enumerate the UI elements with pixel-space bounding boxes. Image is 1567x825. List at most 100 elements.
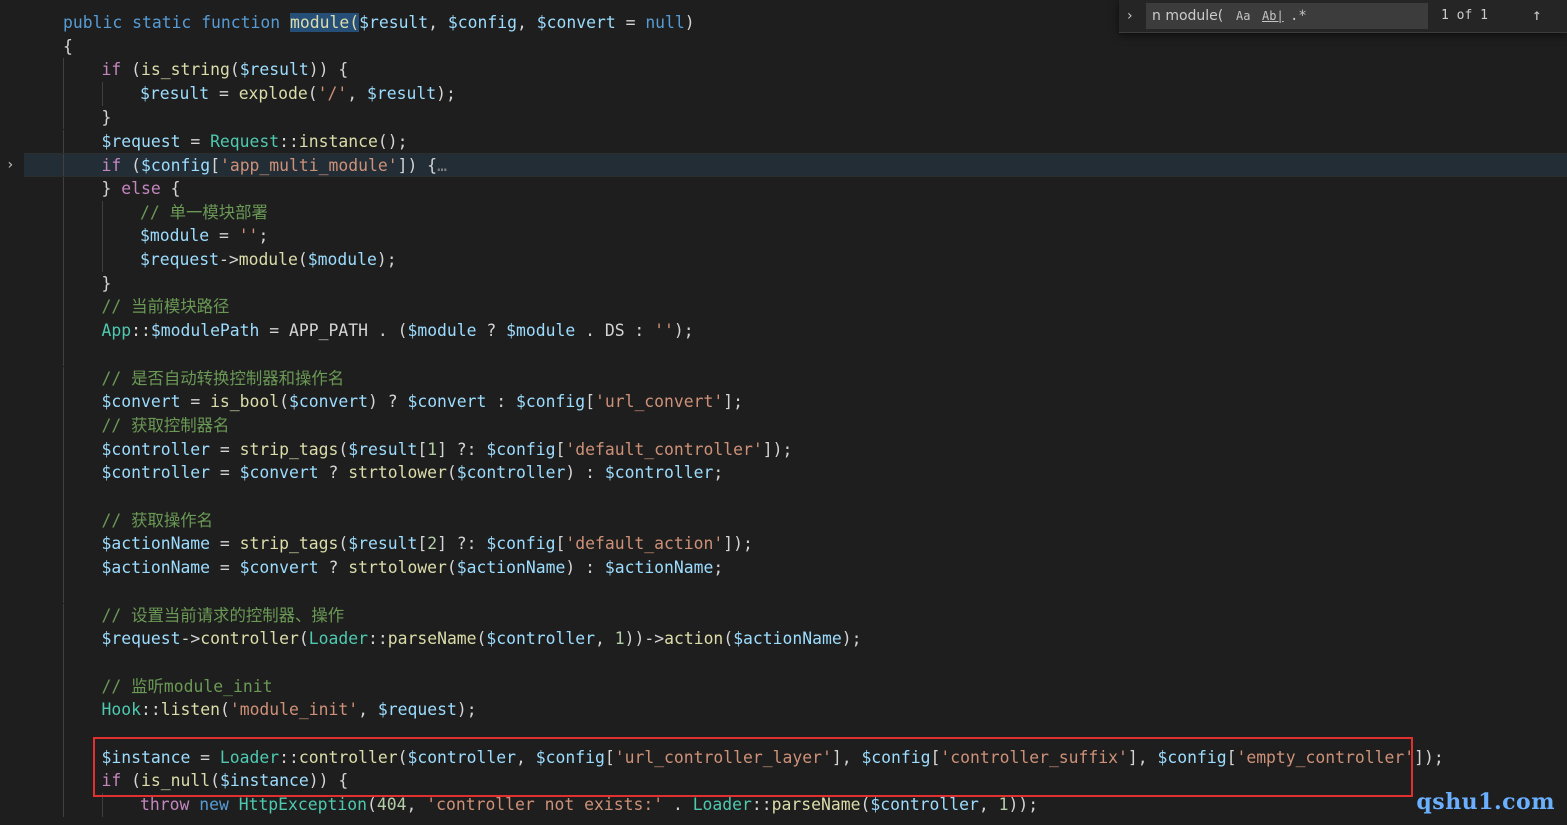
- arrow-up-icon[interactable]: ↑: [1532, 5, 1542, 25]
- code-token: ): [684, 13, 695, 32]
- watermark-text: qshu1.com: [1416, 789, 1555, 815]
- code-line[interactable]: Hook::listen('module_init', $request);: [24, 698, 1567, 722]
- code-line[interactable]: if ($config['app_multi_module']) {…: [24, 153, 1567, 177]
- code-token: '/': [317, 84, 348, 104]
- indent-guide: [63, 342, 64, 367]
- code-token: $convert: [239, 558, 319, 578]
- code-token: $actionName: [101, 558, 211, 578]
- code-token: $result: [348, 534, 418, 554]
- code-token: (: [121, 60, 141, 80]
- code-token: = APP_PATH . (: [259, 321, 408, 341]
- code-token: ::: [140, 700, 161, 720]
- code-token: $controller: [870, 795, 979, 815]
- code-token: $convert: [289, 392, 368, 412]
- code-line[interactable]: [24, 485, 1567, 509]
- code-token: {: [160, 178, 181, 198]
- code-line[interactable]: $request->controller(Loader::parseName($…: [24, 627, 1567, 651]
- chevron-right-icon[interactable]: ›: [1127, 6, 1141, 26]
- code-line[interactable]: $result = explode('/', $result);: [24, 82, 1567, 106]
- code-token: (: [367, 795, 377, 815]
- code-line[interactable]: // 单一模块部署: [24, 200, 1567, 225]
- code-token: strtolower: [348, 463, 447, 483]
- code-token: =: [180, 131, 211, 151]
- code-token: ,: [594, 629, 615, 649]
- code-line[interactable]: $convert = is_bool($convert) ? $convert …: [24, 390, 1567, 414]
- code-token: ];: [723, 392, 744, 412]
- code-line[interactable]: $request = Request::instance();: [24, 129, 1567, 154]
- code-line[interactable]: $controller = strip_tags($result[1] ?: $…: [24, 437, 1567, 462]
- code-line[interactable]: }: [24, 105, 1567, 130]
- code-line[interactable]: $request->module($module);: [24, 248, 1567, 272]
- code-line[interactable]: } else {: [24, 176, 1567, 201]
- indent-guide: [63, 319, 64, 343]
- indent-guide: [63, 650, 64, 675]
- code-text: $result = explode('/', $result);: [140, 82, 456, 106]
- code-token: if: [101, 156, 122, 176]
- code-line[interactable]: // 获取控制器名: [24, 413, 1567, 438]
- code-text: // 获取操作名: [102, 509, 214, 533]
- indent-guide: [101, 82, 103, 106]
- indent-guide: [63, 556, 64, 580]
- find-widget: ›: [1119, 0, 1567, 33]
- code-line[interactable]: [24, 650, 1567, 675]
- regex-button[interactable]: .*: [1290, 8, 1307, 24]
- code-line[interactable]: $actionName = strip_tags($result[2] ?: $…: [24, 532, 1567, 557]
- code-token: $actionName: [604, 558, 714, 578]
- code-line[interactable]: // 是否自动转换控制器和操作名: [24, 366, 1567, 391]
- code-token: strip_tags: [239, 534, 339, 554]
- code-token: Loader: [308, 629, 368, 649]
- find-input[interactable]: [1146, 3, 1428, 29]
- indent-guide: [63, 603, 64, 628]
- indent-guide: [63, 413, 64, 438]
- code-line[interactable]: [24, 342, 1567, 367]
- code-token: );: [456, 700, 477, 720]
- code-token: =: [209, 84, 239, 104]
- code-line[interactable]: App::$modulePath = APP_PATH . ($module ?…: [24, 319, 1567, 343]
- code-text: $module = '';: [140, 224, 268, 248]
- code-token: is_bool: [210, 392, 280, 412]
- code-token: $convert: [239, 463, 319, 483]
- code-token: // 当前模块路径: [101, 297, 230, 317]
- indent-guide: [63, 105, 64, 130]
- annotation-highlight-box: [93, 737, 1413, 797]
- code-token: ))->: [624, 629, 665, 649]
- code-line[interactable]: // 获取操作名: [24, 508, 1567, 533]
- code-line[interactable]: // 监听module_init: [24, 674, 1567, 699]
- code-token: (: [219, 700, 230, 720]
- match-case-button[interactable]: Aa: [1236, 8, 1250, 24]
- indent-guide: [63, 437, 64, 462]
- code-editor[interactable]: public static function module($result, $…: [24, 0, 1567, 825]
- code-token: 'app_multi_module': [219, 156, 398, 176]
- whole-word-button[interactable]: Ab|: [1262, 8, 1284, 24]
- indent-guide: [63, 271, 64, 296]
- code-token: $result: [359, 13, 429, 32]
- indent-guide: [63, 532, 64, 557]
- code-text: $controller = strip_tags($result[1] ?: $…: [102, 438, 793, 462]
- code-token: (: [860, 795, 871, 815]
- code-line[interactable]: {: [24, 35, 1567, 59]
- indent-guide: [101, 200, 103, 225]
- code-line[interactable]: $controller = $convert ? strtolower($con…: [24, 461, 1567, 485]
- code-line[interactable]: // 设置当前请求的控制器、操作: [24, 603, 1567, 628]
- fold-expand-icon[interactable]: ›: [6, 154, 16, 178]
- code-token: …: [437, 156, 447, 176]
- code-line[interactable]: }: [24, 271, 1567, 296]
- code-line[interactable]: [24, 579, 1567, 604]
- code-line[interactable]: $actionName = $convert ? strtolower($act…: [24, 556, 1567, 580]
- code-token: static: [132, 13, 192, 32]
- code-token: ) :: [565, 463, 605, 483]
- code-token: is_string: [141, 60, 230, 80]
- indent-guide: [63, 627, 64, 651]
- code-line[interactable]: $module = '';: [24, 224, 1567, 248]
- indent-guide: [63, 579, 64, 604]
- code-text: // 当前模块路径: [102, 295, 230, 319]
- code-token: ;: [258, 226, 269, 246]
- code-token: module: [238, 250, 298, 269]
- code-token: $config: [141, 156, 211, 176]
- code-token: ]);: [1414, 747, 1444, 767]
- code-token: ();: [377, 131, 408, 151]
- code-line[interactable]: if (is_string($result)) {: [24, 58, 1567, 83]
- code-line[interactable]: // 当前模块路径: [24, 295, 1567, 320]
- code-token: 'controller not exists:': [426, 795, 664, 815]
